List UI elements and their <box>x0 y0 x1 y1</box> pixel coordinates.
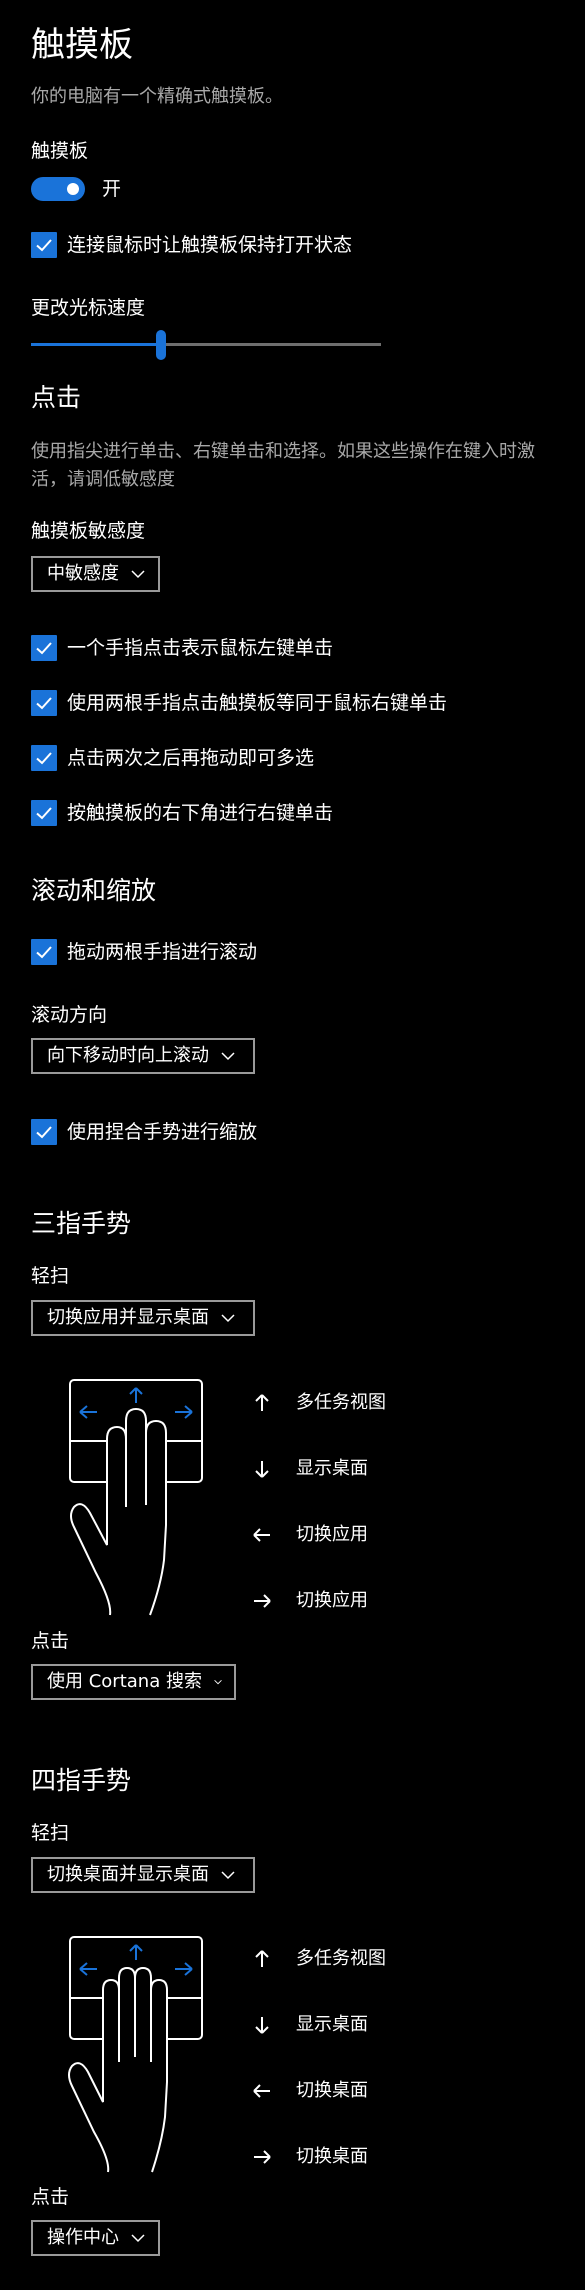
sensitivity-label: 触摸板敏感度 <box>31 520 146 542</box>
keep-touchpad-on-checkbox[interactable] <box>31 232 57 258</box>
tap-option-row[interactable]: 点击两次之后再拖动即可多选 <box>31 745 314 771</box>
four-finger-gesture-list: 多任务视图 显示桌面 切换桌面 切换桌面 <box>250 1946 450 2176</box>
scroll-direction-dropdown[interactable]: 向下移动时向上滚动 <box>31 1038 255 1074</box>
scroll-direction-value: 向下移动时向上滚动 <box>47 1045 209 1066</box>
three-finger-gesture-list: 多任务视图 显示桌面 切换应用 切换应用 <box>250 1390 450 1620</box>
sensitivity-dropdown[interactable]: 中敏感度 <box>31 556 160 592</box>
one-finger-tap-checkbox[interactable] <box>31 635 57 661</box>
gesture-row: 显示桌面 <box>250 2012 450 2038</box>
checkmark-icon <box>36 697 52 710</box>
three-finger-swipe-dropdown[interactable]: 切换应用并显示桌面 <box>31 1300 255 1336</box>
keep-touchpad-on-label: 连接鼠标时让触摸板保持打开状态 <box>67 234 353 256</box>
chevron-down-icon <box>221 1871 235 1880</box>
arrow-up-icon <box>250 1947 274 1971</box>
three-finger-tap-label: 点击 <box>31 1630 70 1652</box>
drag-scroll-checkbox[interactable] <box>31 939 57 965</box>
tap-option-row[interactable]: 按触摸板的右下角进行右键单击 <box>31 800 333 826</box>
two-finger-tap-checkbox[interactable] <box>31 690 57 716</box>
three-finger-swipe-label: 轻扫 <box>31 1265 70 1287</box>
checkmark-icon <box>36 1126 52 1139</box>
gesture-row: 切换应用 <box>250 1522 450 1548</box>
gesture-action: 切换应用 <box>296 1524 368 1545</box>
toggle-knob <box>67 183 79 195</box>
one-finger-tap-label: 一个手指点击表示鼠标左键单击 <box>67 637 334 659</box>
chevron-down-icon <box>214 1679 222 1685</box>
gesture-row: 多任务视图 <box>250 1946 450 1972</box>
gesture-action: 多任务视图 <box>296 1948 386 1969</box>
gesture-action: 显示桌面 <box>296 1458 368 1479</box>
checkmark-icon <box>36 946 52 959</box>
slider-thumb[interactable] <box>156 330 166 360</box>
four-finger-swipe-value: 切换桌面并显示桌面 <box>47 1864 209 1885</box>
gesture-action: 多任务视图 <box>296 1392 386 1413</box>
arrow-left-icon <box>250 2079 274 2103</box>
pinch-zoom-checkbox[interactable] <box>31 1119 57 1145</box>
gesture-action: 切换桌面 <box>296 2080 368 2101</box>
gesture-row: 切换桌面 <box>250 2144 450 2170</box>
four-finger-heading: 四指手势 <box>31 1766 132 1795</box>
checkmark-icon <box>36 642 52 655</box>
gesture-row: 切换应用 <box>250 1588 450 1614</box>
touchpad-toggle[interactable] <box>31 177 85 201</box>
page-title: 触摸板 <box>31 25 133 65</box>
four-finger-gesture-illustration <box>68 1936 203 2173</box>
three-finger-tap-value: 使用 Cortana 搜索 <box>47 1671 202 1692</box>
corner-right-click-checkbox[interactable] <box>31 800 57 826</box>
cursor-speed-slider[interactable] <box>31 330 381 360</box>
gesture-row: 多任务视图 <box>250 1390 450 1416</box>
gesture-action: 切换桌面 <box>296 2146 368 2167</box>
chevron-down-icon <box>131 570 145 579</box>
checkmark-icon <box>36 807 52 820</box>
tap-twice-drag-checkbox[interactable] <box>31 745 57 771</box>
scroll-zoom-heading: 滚动和缩放 <box>31 876 157 905</box>
arrow-right-icon <box>250 2145 274 2169</box>
touchpad-toggle-state: 开 <box>102 178 122 200</box>
three-finger-gesture-illustration <box>69 1379 203 1616</box>
gesture-action: 切换应用 <box>296 1590 368 1611</box>
tap-option-row[interactable]: 一个手指点击表示鼠标左键单击 <box>31 635 333 661</box>
gesture-row: 切换桌面 <box>250 2078 450 2104</box>
four-finger-tap-label: 点击 <box>31 2186 70 2208</box>
chevron-down-icon <box>221 1314 235 1323</box>
arrow-down-icon <box>250 2013 274 2037</box>
four-finger-tap-value: 操作中心 <box>47 2227 119 2248</box>
gesture-row: 显示桌面 <box>250 1456 450 1482</box>
arrow-up-icon <box>250 1391 274 1415</box>
gesture-action: 显示桌面 <box>296 2014 368 2035</box>
keep-touchpad-on-checkbox-row[interactable]: 连接鼠标时让触摸板保持打开状态 <box>31 232 352 258</box>
four-finger-swipe-label: 轻扫 <box>31 1822 70 1844</box>
cursor-speed-label: 更改光标速度 <box>31 297 146 319</box>
three-finger-tap-dropdown[interactable]: 使用 Cortana 搜索 <box>31 1664 236 1700</box>
three-finger-swipe-value: 切换应用并显示桌面 <box>47 1307 209 1328</box>
sensitivity-value: 中敏感度 <box>47 563 119 584</box>
arrow-left-icon <box>250 1523 274 1547</box>
taps-description: 使用指尖进行单击、右键单击和选择。如果这些操作在键入时激活，请调低敏感度 <box>31 441 535 490</box>
checkmark-icon <box>36 239 52 252</box>
arrow-right-icon <box>250 1589 274 1613</box>
scroll-direction-label: 滚动方向 <box>31 1004 108 1026</box>
drag-scroll-label: 拖动两根手指进行滚动 <box>67 941 258 963</box>
two-finger-tap-label: 使用两根手指点击触摸板等同于鼠标右键单击 <box>67 692 448 714</box>
chevron-down-icon <box>221 1052 235 1061</box>
three-finger-heading: 三指手势 <box>31 1209 132 1238</box>
arrow-down-icon <box>250 1457 274 1481</box>
four-finger-tap-dropdown[interactable]: 操作中心 <box>31 2220 160 2256</box>
pinch-zoom-row[interactable]: 使用捏合手势进行缩放 <box>31 1119 257 1145</box>
tap-option-row[interactable]: 使用两根手指点击触摸板等同于鼠标右键单击 <box>31 690 447 716</box>
checkmark-icon <box>36 752 52 765</box>
four-finger-swipe-dropdown[interactable]: 切换桌面并显示桌面 <box>31 1857 255 1893</box>
chevron-down-icon <box>131 2234 145 2243</box>
tap-twice-drag-label: 点击两次之后再拖动即可多选 <box>67 747 315 769</box>
taps-heading: 点击 <box>31 383 82 412</box>
page-subtitle: 你的电脑有一个精确式触摸板。 <box>31 86 283 107</box>
pinch-zoom-label: 使用捏合手势进行缩放 <box>67 1121 258 1143</box>
touchpad-toggle-label: 触摸板 <box>31 140 89 162</box>
corner-right-click-label: 按触摸板的右下角进行右键单击 <box>67 802 334 824</box>
slider-fill <box>31 343 161 346</box>
drag-scroll-row[interactable]: 拖动两根手指进行滚动 <box>31 939 257 965</box>
